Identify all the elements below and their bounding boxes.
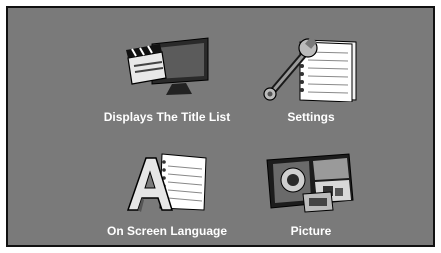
settings-icon xyxy=(263,36,357,102)
menu-item-picture[interactable]: Picture xyxy=(236,146,386,246)
menu-item-label: Displays The Title List xyxy=(103,110,231,124)
menu-screen: Displays The Title List Settings On Scre… xyxy=(6,6,435,247)
menu-item-title-list[interactable]: Displays The Title List xyxy=(92,32,242,132)
menu-item-label: Picture xyxy=(290,224,332,238)
picture-icon xyxy=(266,153,354,213)
title-list-icon xyxy=(126,37,209,95)
language-icon xyxy=(126,153,207,212)
menu-item-on-screen-language[interactable]: On Screen Language xyxy=(92,146,242,246)
menu-item-label: Settings xyxy=(287,110,335,124)
menu-item-label: On Screen Language xyxy=(106,224,228,238)
menu-item-settings[interactable]: Settings xyxy=(236,32,386,132)
